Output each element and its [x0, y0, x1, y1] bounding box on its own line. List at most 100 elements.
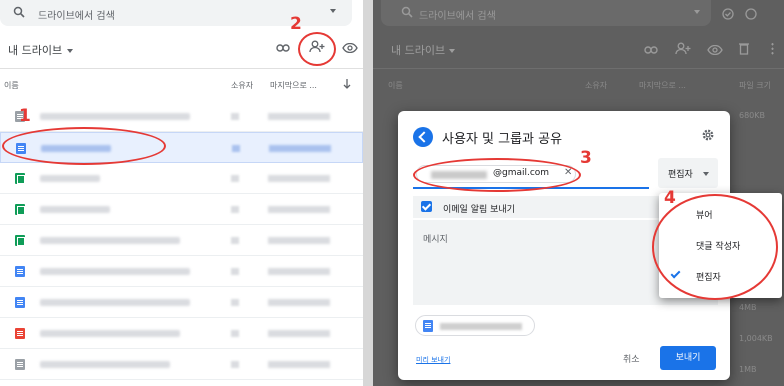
- table-row[interactable]: [0, 163, 363, 194]
- table-row[interactable]: [0, 225, 363, 256]
- highlight-ellipse-file: [2, 127, 166, 165]
- add-person-share-icon: [675, 42, 691, 56]
- dialog-title: 사용자 및 그룹과 공유: [442, 132, 563, 147]
- owner-redacted: [231, 175, 239, 182]
- check-circle-icon: [722, 8, 734, 20]
- column-header-size: 파일 크기: [739, 81, 771, 90]
- role-select[interactable]: 편집자: [658, 158, 718, 188]
- file-name-redacted: [40, 206, 110, 213]
- table-row[interactable]: [0, 287, 363, 318]
- send-button[interactable]: 보내기: [660, 346, 716, 370]
- pdf-icon: [15, 328, 25, 339]
- preview-link[interactable]: 미리 보내기: [416, 355, 450, 365]
- file-size: 1,004KB: [739, 334, 773, 343]
- shared-file-chip: [415, 315, 535, 336]
- my-drive-label: 내 드라이브: [8, 44, 63, 57]
- table-row[interactable]: [0, 194, 363, 225]
- file-name-redacted: [40, 330, 180, 337]
- modified-redacted: [268, 268, 330, 275]
- file-name-redacted: [40, 268, 190, 275]
- step-number-4: 4: [664, 188, 676, 208]
- owner-redacted: [231, 237, 239, 244]
- column-header-owner[interactable]: 소유자: [231, 80, 253, 91]
- role-select-label: 편집자: [668, 170, 693, 180]
- highlight-ellipse-share: [298, 32, 336, 66]
- file-name-redacted: [440, 323, 522, 330]
- divider: [373, 68, 784, 69]
- step-number-1: 1: [19, 106, 31, 126]
- sheets-icon: [15, 173, 25, 184]
- back-arrow-icon[interactable]: [413, 127, 433, 147]
- search-icon: [13, 6, 25, 18]
- link-icon[interactable]: [276, 43, 290, 53]
- search-placeholder: 드라이브에서 검색: [38, 11, 115, 22]
- chevron-down-icon: [67, 49, 74, 53]
- owner-redacted: [231, 361, 239, 368]
- notify-label: 이메일 알림 보내기: [443, 205, 515, 215]
- table-row[interactable]: [0, 349, 363, 380]
- owner-redacted: [231, 268, 239, 275]
- my-drive-title[interactable]: 내 드라이브: [8, 42, 74, 58]
- modified-redacted: [268, 206, 330, 213]
- eye-icon: [707, 45, 723, 55]
- modified-redacted: [268, 237, 330, 244]
- file-icon: [15, 359, 25, 370]
- modified-redacted: [268, 330, 330, 337]
- sort-arrow-icon[interactable]: [343, 79, 351, 89]
- link-icon: [644, 45, 658, 55]
- file-size: 1MB: [739, 365, 757, 374]
- column-header-modified[interactable]: 마지막으로 ...: [270, 80, 317, 91]
- search-placeholder-dimmed: 드라이브에서 검색: [419, 11, 496, 22]
- column-header-modified: 마지막으로 ...: [639, 81, 686, 90]
- modified-redacted: [268, 113, 330, 120]
- highlight-ellipse-role-menu: [652, 194, 778, 300]
- modified-redacted: [268, 361, 330, 368]
- file-size: 4MB: [739, 303, 757, 312]
- search-options-icon[interactable]: [330, 9, 336, 13]
- owner-redacted: [231, 206, 239, 213]
- owner-redacted: [231, 299, 239, 306]
- file-name-redacted: [40, 175, 100, 182]
- column-header-name: 이름: [388, 81, 403, 90]
- my-drive-label: 내 드라이브: [391, 44, 446, 57]
- search-bar-dimmed: 드라이브에서 검색: [381, 0, 711, 26]
- cancel-button[interactable]: 취소: [623, 352, 640, 365]
- docs-icon: [15, 266, 25, 277]
- step-number-2: 2: [290, 14, 302, 34]
- search-icon: [401, 6, 413, 18]
- table-row[interactable]: [0, 318, 363, 349]
- owner-redacted: [232, 145, 240, 152]
- modified-redacted: [268, 299, 330, 306]
- message-placeholder: 메시지: [423, 235, 448, 245]
- column-header-name[interactable]: 이름: [4, 80, 19, 91]
- my-drive-title-dimmed: 내 드라이브: [391, 42, 455, 58]
- docs-icon: [423, 320, 433, 332]
- more-vert-icon: [771, 42, 774, 55]
- docs-icon: [15, 297, 25, 308]
- tutorial-screenshot: 드라이브에서 검색 내 드라이브 이름 소유자 마지막으로 ... 드라이브에서…: [0, 0, 784, 386]
- highlight-ellipse-email: [413, 158, 581, 192]
- sheets-icon: [15, 204, 25, 215]
- panel-separator: [363, 0, 373, 386]
- step-number-3: 3: [580, 148, 592, 168]
- eye-icon[interactable]: [342, 43, 358, 53]
- column-header-owner: 소유자: [585, 81, 608, 90]
- table-row[interactable]: [0, 256, 363, 287]
- notify-checkbox[interactable]: [421, 201, 432, 212]
- file-name-redacted: [40, 299, 190, 306]
- owner-redacted: [231, 330, 239, 337]
- chevron-down-icon: [703, 172, 709, 176]
- chevron-down-icon: [448, 49, 455, 53]
- modified-redacted: [269, 145, 331, 152]
- sheets-icon: [15, 235, 25, 246]
- modified-redacted: [268, 175, 330, 182]
- file-name-redacted: [40, 361, 170, 368]
- trash-icon: [739, 42, 749, 55]
- help-icon: [745, 8, 757, 20]
- search-options-icon: [694, 10, 700, 14]
- owner-redacted: [231, 113, 239, 120]
- divider: [0, 68, 363, 69]
- file-size: 680KB: [739, 111, 766, 120]
- file-name-redacted: [40, 113, 190, 120]
- gear-icon[interactable]: [701, 128, 715, 142]
